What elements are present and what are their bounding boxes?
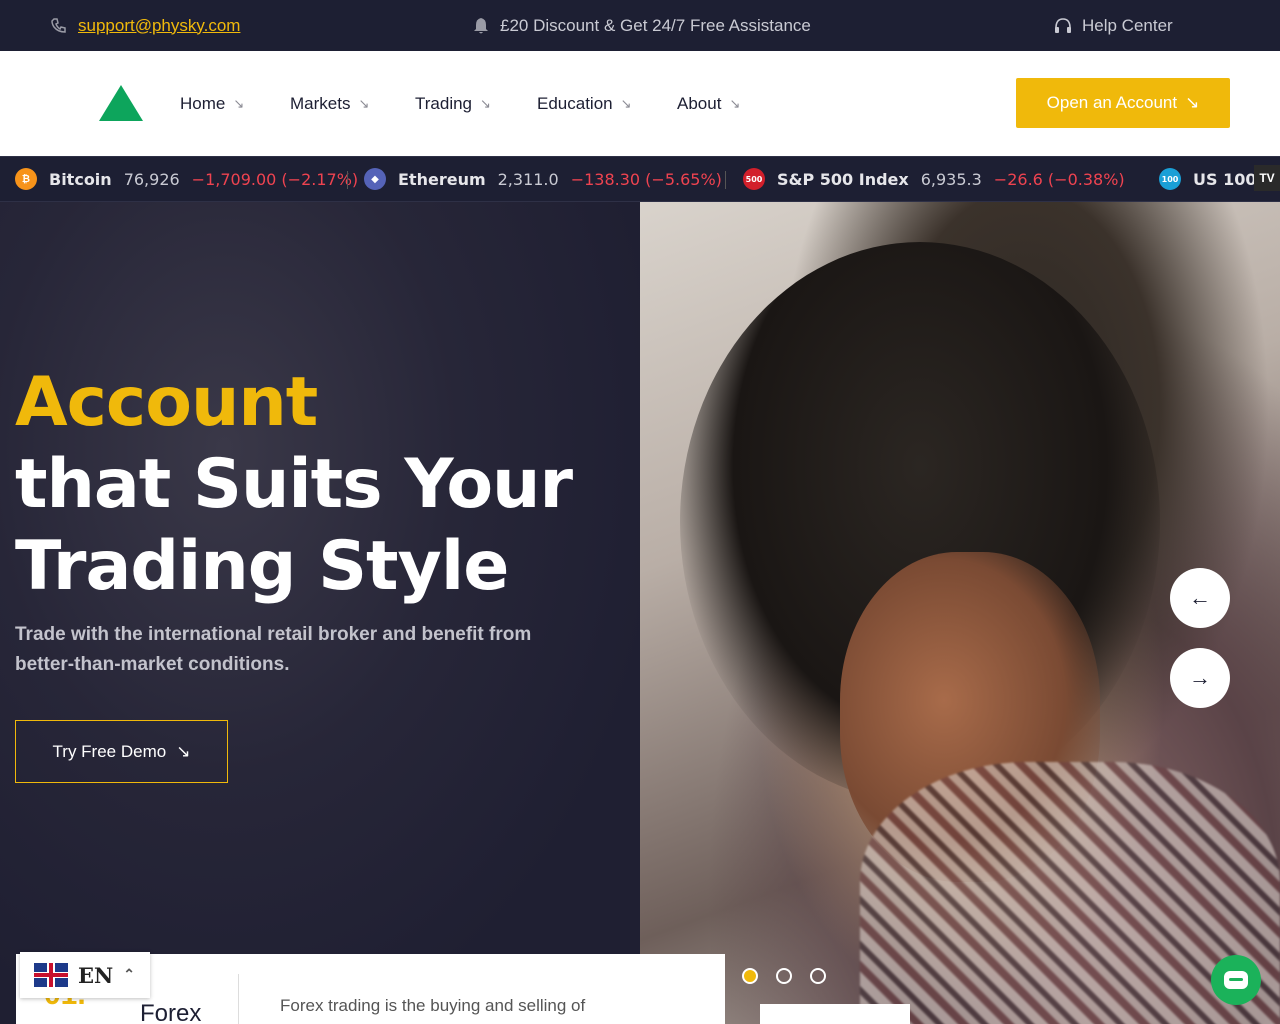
uk-flag-icon [34, 963, 68, 987]
ticker-item[interactable]: 100 US 100 [1159, 157, 1256, 201]
ticker-price: 6,935.3 [920, 169, 982, 189]
arrow-down-right-icon: ↘ [176, 741, 191, 761]
nav-education-label[interactable]: Education [537, 94, 613, 114]
logo[interactable] [99, 85, 143, 121]
ticker-price: 2,311.0 [497, 169, 559, 189]
open-account-button[interactable]: Open an Account ↘ [1016, 78, 1230, 128]
slider-next-button[interactable]: → [1170, 648, 1230, 708]
ticker-divider [347, 171, 348, 189]
support-email-link[interactable]: support@physky.com [50, 0, 240, 51]
phone-icon [50, 17, 68, 35]
arrow-down-right-icon: ↘ [620, 95, 632, 111]
ticker-name: S&P 500 Index [777, 169, 909, 189]
arrow-down-right-icon: ↘ [1185, 93, 1200, 112]
hero-left-panel [0, 202, 640, 1024]
bell-icon [472, 17, 490, 35]
slider-prev-button[interactable]: ← [1170, 568, 1230, 628]
nav-markets[interactable]: Markets ↘ [290, 51, 369, 156]
support-email[interactable]: support@physky.com [78, 16, 240, 36]
card-title: Forex [140, 1000, 202, 1024]
ticker-price: 76,926 [123, 169, 180, 189]
nav-markets-label[interactable]: Markets [290, 94, 350, 114]
slider-dot[interactable] [742, 968, 758, 984]
help-center-link[interactable]: Help Center [1054, 0, 1173, 51]
bitcoin-icon: ₿ [15, 168, 37, 190]
ticker-item[interactable]: ₿ Bitcoin 76,926 −1,709.00 (−2.17%) [15, 157, 358, 201]
arrow-right-icon: → [1189, 665, 1211, 690]
try-free-demo-button[interactable]: Try Free Demo ↘ [15, 720, 228, 783]
arrow-down-right-icon: ↘ [233, 95, 245, 111]
arrow-down-right-icon: ↘ [358, 95, 370, 111]
nav-home[interactable]: Home ↘ [180, 51, 244, 156]
slider-dot[interactable] [810, 968, 826, 984]
hero-title-accent: Account [15, 363, 318, 442]
ticker-change: −26.6 (−0.38%) [993, 169, 1125, 189]
hero-title-line: that Suits Your [15, 445, 573, 524]
promo-banner: £20 Discount & Get 24/7 Free Assistance [472, 0, 811, 51]
chat-button[interactable] [1211, 955, 1261, 1005]
try-free-demo-label[interactable]: Try Free Demo [53, 742, 167, 762]
open-account-label[interactable]: Open an Account [1047, 93, 1177, 113]
top-bar: support@physky.com £20 Discount & Get 24… [0, 0, 1280, 51]
arrow-left-icon: ← [1189, 585, 1211, 610]
hero-title: Account that Suits Your Trading Style [15, 362, 573, 608]
nav-education[interactable]: Education ↘ [537, 51, 632, 156]
language-code[interactable]: EN [78, 963, 113, 988]
slider-dot[interactable] [776, 968, 792, 984]
feature-card-next [760, 1004, 910, 1024]
hero-subtitle: Trade with the international retail brok… [15, 624, 532, 675]
ticker-name: Bitcoin [49, 169, 112, 189]
nav-about[interactable]: About ↘ [677, 51, 740, 156]
nav-about-label[interactable]: About [677, 94, 721, 114]
slider-pagination [742, 968, 826, 984]
arrow-down-right-icon: ↘ [480, 95, 491, 111]
ticker-divider [725, 171, 726, 189]
ticker-name: US 100 [1193, 169, 1257, 189]
headset-icon [1054, 17, 1072, 35]
nav-home-label[interactable]: Home [180, 94, 225, 114]
ticker-item[interactable]: ◆ Ethereum 2,311.0 −138.30 (−5.65%) [364, 157, 722, 201]
chat-icon [1224, 971, 1248, 989]
help-center-label[interactable]: Help Center [1082, 16, 1173, 36]
nav-trading[interactable]: Trading ↘ [415, 51, 491, 156]
us100-icon: 100 [1159, 168, 1181, 190]
nav-trading-label[interactable]: Trading [415, 94, 472, 114]
flag-stripe [49, 963, 53, 987]
language-switcher[interactable]: EN ⌃ [20, 952, 150, 998]
price-ticker: ₿ Bitcoin 76,926 −1,709.00 (−2.17%) ◆ Et… [0, 156, 1280, 202]
ethereum-icon: ◆ [364, 168, 386, 190]
chevron-up-icon: ⌃ [123, 967, 135, 983]
hero-title-line: Trading Style [15, 527, 509, 606]
site-header: Home ↘ Markets ↘ Trading ↘ Education ↘ A… [0, 51, 1280, 156]
tradingview-logo[interactable]: TV [1254, 165, 1280, 191]
card-divider [238, 974, 239, 1024]
ticker-change: −138.30 (−5.65%) [570, 169, 722, 189]
card-text: Forex trading is the buying and selling … [280, 996, 586, 1015]
arrow-down-right-icon: ↘ [729, 95, 741, 111]
sp500-icon: 500 [743, 168, 765, 190]
hero-slider: Account that Suits Your Trading Style Tr… [0, 202, 1280, 1024]
ticker-name: Ethereum [398, 169, 486, 189]
ticker-change: −1,709.00 (−2.17%) [191, 169, 359, 189]
promo-text: £20 Discount & Get 24/7 Free Assistance [500, 15, 811, 35]
ticker-item[interactable]: 500 S&P 500 Index 6,935.3 −26.6 (−0.38%) [743, 157, 1125, 201]
